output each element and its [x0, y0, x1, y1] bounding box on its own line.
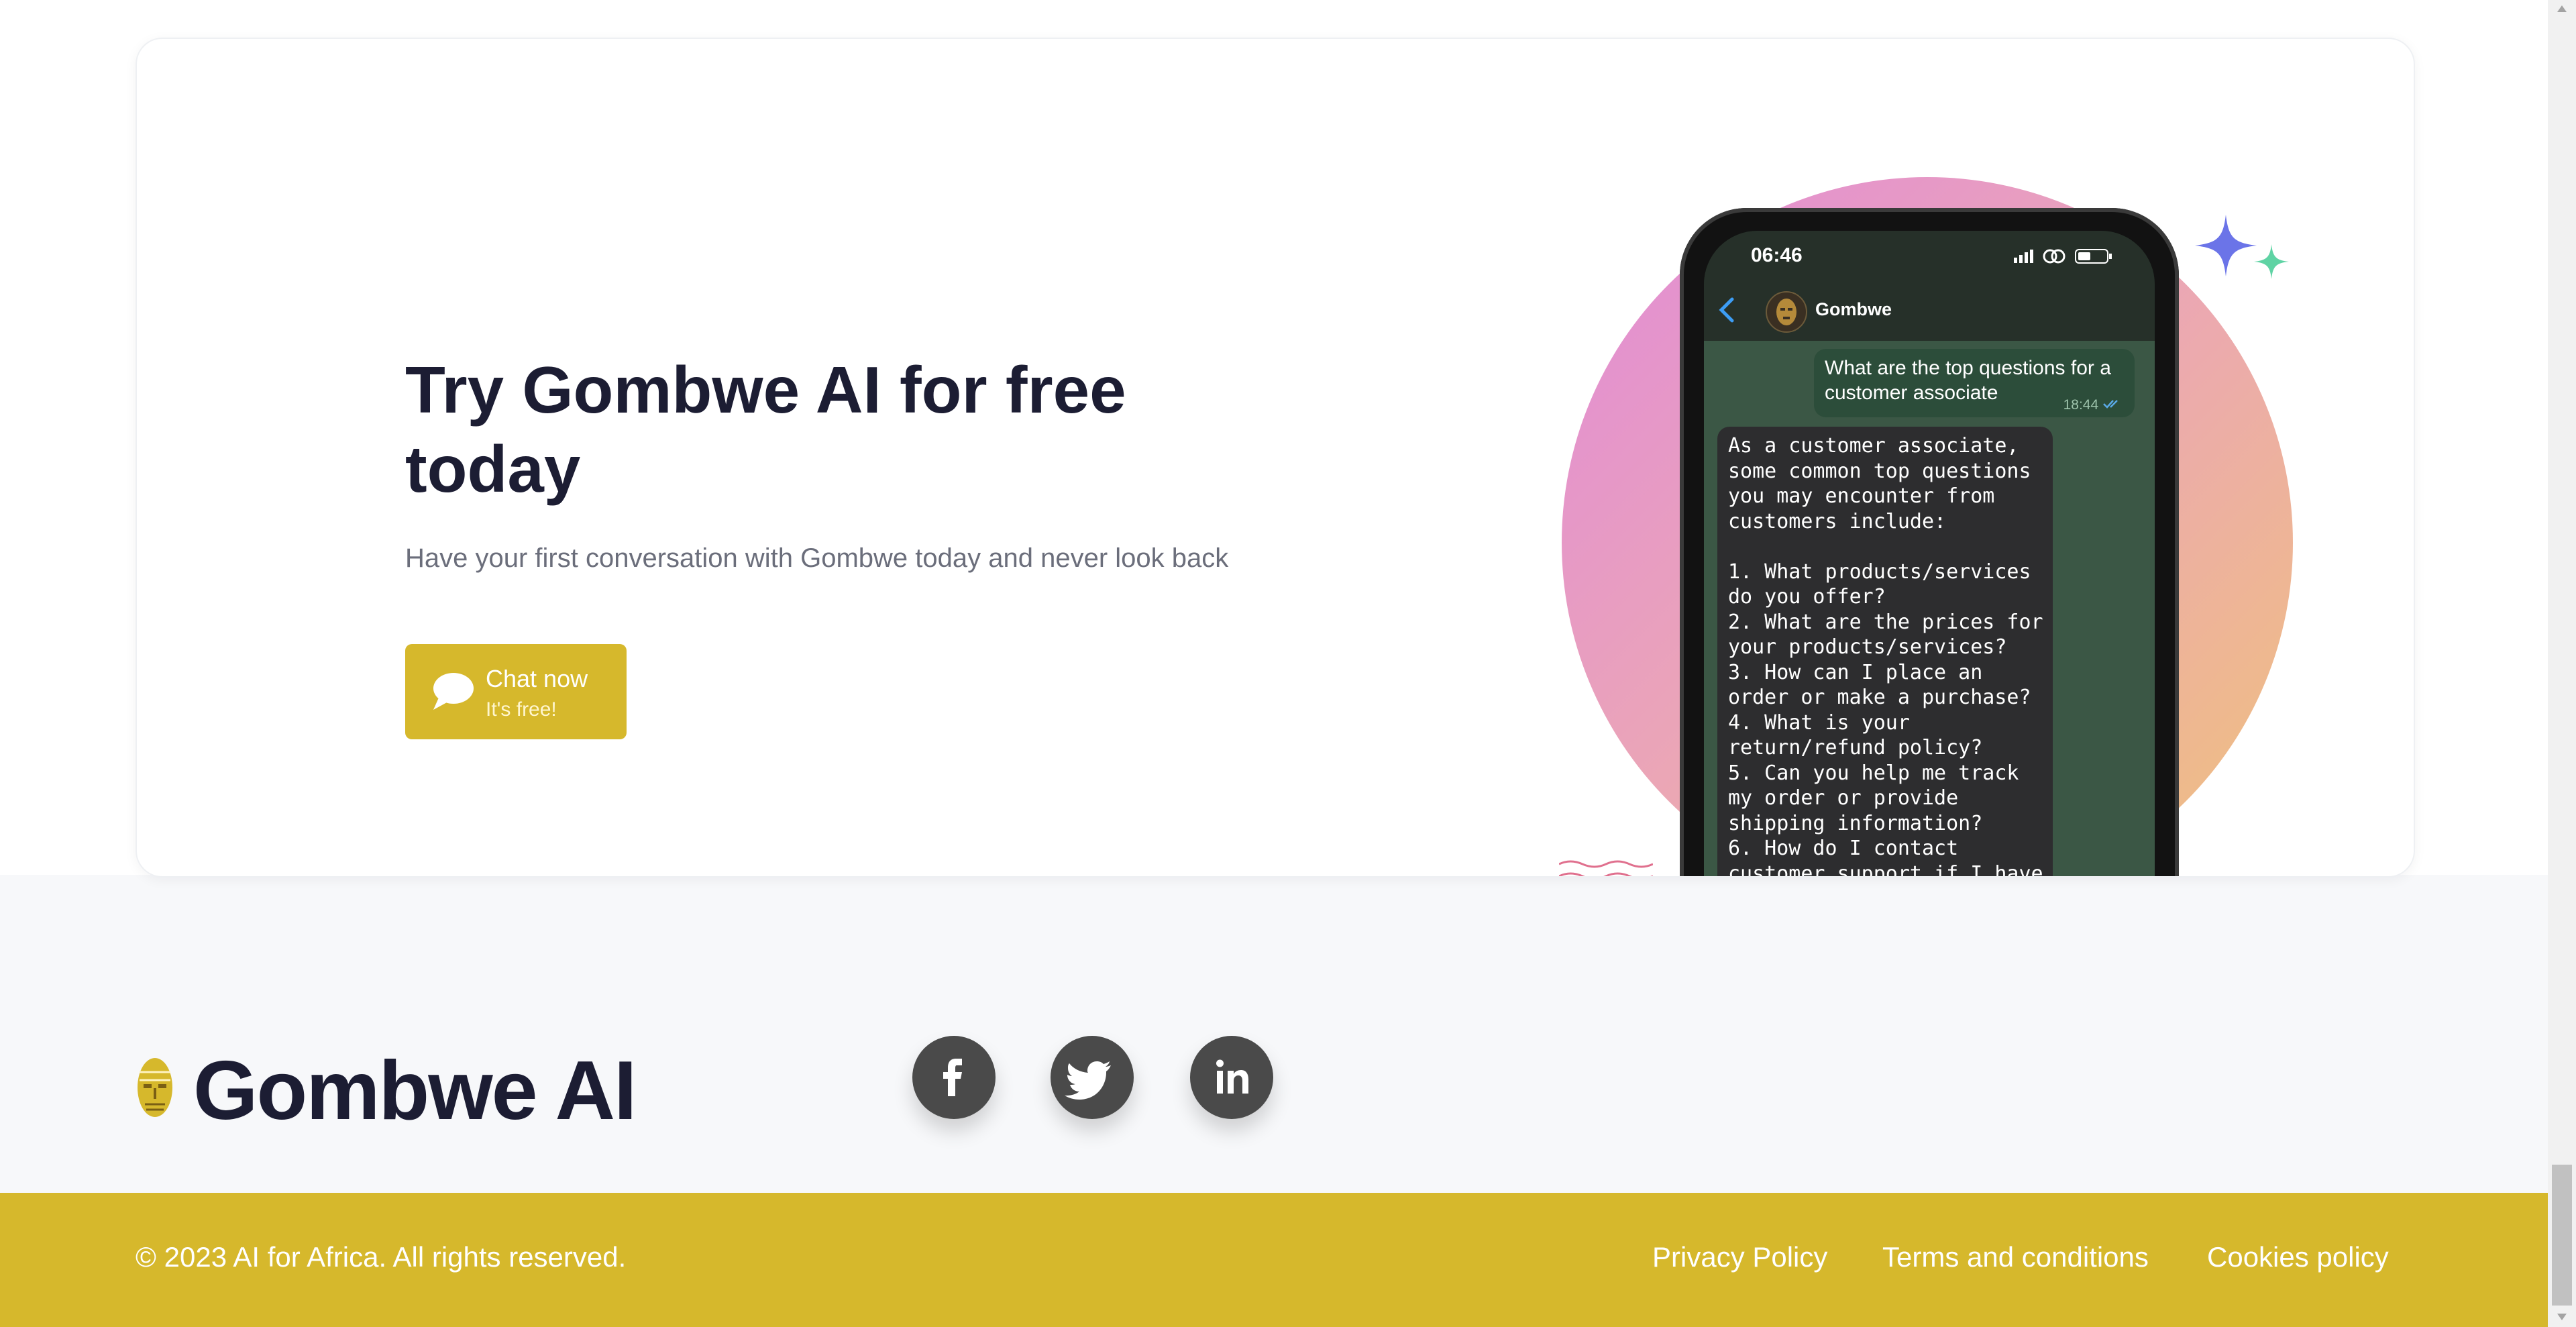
phone-illustration: 06:46 Gombwe What are the top questions …	[1559, 140, 2337, 878]
message-meta: 18:44	[2063, 397, 2123, 413]
status-time: 06:46	[1751, 244, 1803, 266]
tribal-mask-icon	[138, 1058, 172, 1117]
sparkle-small-icon	[2254, 244, 2289, 279]
privacy-policy-link[interactable]: Privacy Policy	[1652, 1241, 1827, 1273]
footer-background	[0, 875, 2548, 1193]
chat-header: Gombwe	[1704, 279, 2155, 341]
linkedin-icon	[1216, 1059, 1248, 1094]
twitter-button[interactable]	[1051, 1036, 1134, 1119]
scroll-up-icon[interactable]	[2556, 4, 2568, 13]
cta-card: Try Gombwe AI for free today Have your f…	[136, 38, 2415, 878]
incoming-message-text: As a customer associate, some common top…	[1728, 434, 2043, 878]
twitter-icon	[1065, 1061, 1111, 1100]
contact-name: Gombwe	[1815, 299, 1892, 319]
facebook-icon	[943, 1059, 962, 1096]
terms-link[interactable]: Terms and conditions	[1882, 1241, 2149, 1273]
scrollbar[interactable]	[2548, 0, 2576, 1327]
facebook-button[interactable]	[912, 1036, 996, 1119]
back-arrow-icon[interactable]	[1717, 297, 1737, 323]
incoming-message: As a customer associate, some common top…	[1717, 427, 2053, 878]
chat-bubble-icon	[433, 673, 474, 710]
chat-area: What are the top questions for a custome…	[1704, 341, 2155, 878]
wave-lines-icon	[1559, 860, 1653, 876]
message-time: 18:44	[2063, 397, 2099, 413]
brand-logo[interactable]: Gombwe AI	[136, 1045, 672, 1137]
hero-subtitle: Have your first conversation with Gombwe…	[405, 543, 1229, 573]
mask-avatar-icon	[1776, 299, 1796, 325]
chat-now-button[interactable]: Chat now It's free!	[405, 644, 627, 739]
phone-screen: 06:46 Gombwe What are the top questions …	[1704, 231, 2155, 878]
double-check-icon	[2103, 400, 2118, 409]
cookies-policy-link[interactable]: Cookies policy	[2207, 1241, 2389, 1273]
brand-name: Gombwe AI	[193, 1045, 637, 1137]
status-bar: 06:46	[1704, 231, 2155, 279]
footer-bar: © 2023 AI for Africa. All rights reserve…	[0, 1193, 2548, 1327]
chat-now-sublabel: It's free!	[486, 698, 557, 721]
linkedin-button[interactable]	[1190, 1036, 1273, 1119]
copyright-text: © 2023 AI for Africa. All rights reserve…	[136, 1241, 627, 1273]
outgoing-message: What are the top questions for a custome…	[1814, 349, 2135, 417]
hero-title: Try Gombwe AI for free today	[405, 353, 1126, 506]
scrollbar-thumb[interactable]	[2552, 1165, 2572, 1306]
scroll-down-icon[interactable]	[2556, 1312, 2568, 1322]
sparkle-icon	[2195, 215, 2257, 276]
chat-now-label: Chat now	[486, 665, 588, 692]
status-icons	[2014, 249, 2112, 264]
phone-mockup: 06:46 Gombwe What are the top questions …	[1680, 208, 2179, 878]
contact-avatar[interactable]	[1766, 291, 1807, 333]
